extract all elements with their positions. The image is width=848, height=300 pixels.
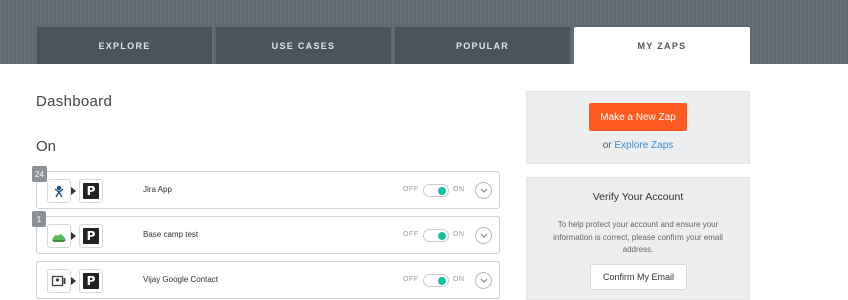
zap-toggle[interactable] — [423, 184, 449, 197]
page-title: Dashboard — [36, 93, 113, 110]
action-app-icon: P — [79, 224, 103, 248]
action-app-icon: P — [79, 269, 103, 293]
tab-explore[interactable]: EXPLORE — [37, 27, 212, 64]
verify-title: Verify Your Account — [592, 191, 684, 203]
zap-toggle[interactable] — [423, 229, 449, 242]
expand-button[interactable] — [475, 227, 492, 244]
tab-popular[interactable]: POPULAR — [395, 27, 570, 64]
task-count-badge: 1 — [32, 211, 46, 227]
verify-description: To help protect your account and ensure … — [553, 220, 723, 254]
confirm-email-button[interactable]: Confirm My Email — [590, 264, 687, 290]
chevron-down-icon — [480, 278, 487, 283]
expand-button[interactable] — [475, 272, 492, 289]
zap-toggle[interactable] — [423, 274, 449, 287]
zap-row[interactable]: 1 P Base camp test OFF ON — [32, 211, 500, 254]
zap-row[interactable]: 24 P Jira App OFF ON — [32, 166, 500, 209]
basecamp-icon — [52, 234, 66, 242]
toggle-off-label: OFF — [403, 276, 419, 283]
tab-use-cases[interactable]: USE CASES — [216, 27, 391, 64]
toggle-off-label: OFF — [403, 186, 419, 193]
toggle-knob — [438, 187, 446, 195]
toggle-on-label: ON — [453, 186, 465, 193]
explore-zaps-link[interactable]: Explore Zaps — [614, 140, 673, 151]
pushbullet-icon: P — [83, 183, 99, 199]
chevron-down-icon — [480, 188, 487, 193]
section-title-on: On — [36, 138, 57, 155]
toggle-knob — [438, 277, 446, 285]
google-contacts-icon — [51, 275, 66, 287]
pushbullet-icon: P — [83, 273, 99, 289]
toggle-on-label: ON — [453, 276, 465, 283]
toggle-knob — [438, 232, 446, 240]
arrow-right-icon — [71, 232, 76, 240]
explore-zaps-line: or Explore Zaps — [526, 140, 750, 151]
pushbullet-icon: P — [83, 228, 99, 244]
trigger-app-icon — [47, 179, 71, 203]
zap-name[interactable]: Jira App — [143, 185, 172, 194]
zap-name[interactable]: Base camp test — [143, 230, 198, 239]
make-new-zap-button[interactable]: Make a New Zap — [589, 103, 687, 131]
task-count-badge: 24 — [32, 166, 47, 182]
tab-my-zaps[interactable]: MY ZAPS — [574, 27, 750, 64]
toggle-off-label: OFF — [403, 231, 419, 238]
arrow-right-icon — [71, 187, 76, 195]
toggle-on-label: ON — [453, 231, 465, 238]
jira-icon — [54, 185, 64, 198]
trigger-app-icon — [47, 269, 71, 293]
zap-name[interactable]: Vijay Google Contact — [143, 275, 218, 284]
action-app-icon: P — [79, 179, 103, 203]
or-text: or — [602, 140, 612, 151]
zap-row[interactable]: P Vijay Google Contact OFF ON — [36, 261, 500, 299]
expand-button[interactable] — [475, 182, 492, 199]
chevron-down-icon — [480, 233, 487, 238]
arrow-right-icon — [71, 277, 76, 285]
trigger-app-icon — [47, 224, 71, 248]
